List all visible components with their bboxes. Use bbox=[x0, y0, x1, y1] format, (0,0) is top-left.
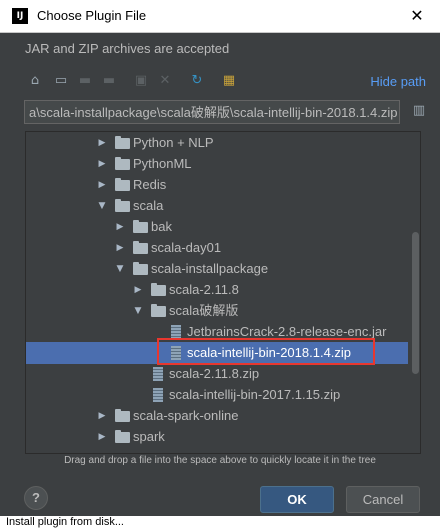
folder-icon bbox=[115, 199, 130, 212]
project-folder-icon[interactable]: ▬ bbox=[76, 72, 94, 90]
folder-icon bbox=[115, 157, 130, 170]
expanded-arrow-icon[interactable]: ▼ bbox=[132, 300, 144, 322]
path-field[interactable]: a\scala-installpackage\scala破解版\scala-in… bbox=[24, 100, 400, 124]
tree-item-label: scala-installpackage bbox=[151, 261, 269, 276]
module-folder-icon[interactable]: ▬ bbox=[100, 72, 118, 90]
tree-item-label: spark bbox=[133, 429, 165, 444]
tree-item[interactable]: ▼ scala破解版 bbox=[26, 300, 408, 322]
ok-button[interactable]: OK bbox=[260, 486, 334, 513]
tree-item[interactable]: ▶ PythonML bbox=[26, 153, 408, 175]
delete-icon[interactable]: ✕ bbox=[156, 72, 174, 90]
cancel-button[interactable]: Cancel bbox=[346, 486, 420, 513]
folder-icon bbox=[115, 178, 130, 191]
scrollbar-thumb[interactable] bbox=[412, 232, 419, 374]
tree-item[interactable]: ▶ Redis bbox=[26, 174, 408, 196]
tree-item[interactable]: scala-2.11.8.zip bbox=[26, 363, 408, 385]
title-bar: IJ Choose Plugin File ✕ bbox=[0, 0, 440, 33]
tree-item[interactable]: ▶ scala-spark-online bbox=[26, 405, 408, 427]
intellij-app-icon: IJ bbox=[12, 8, 28, 24]
window-title: Choose Plugin File bbox=[37, 8, 147, 23]
folder-icon bbox=[151, 283, 166, 296]
collapsed-arrow-icon[interactable]: ▶ bbox=[114, 216, 126, 238]
tree-item-label: scala-intellij-bin-2017.1.15.zip bbox=[169, 387, 341, 402]
collapsed-arrow-icon[interactable]: ▶ bbox=[96, 132, 108, 154]
path-history-icon[interactable]: ▥ bbox=[410, 103, 428, 121]
tree-item[interactable]: ▶ spark bbox=[26, 426, 408, 448]
expanded-arrow-icon[interactable]: ▼ bbox=[96, 195, 108, 217]
folder-icon bbox=[115, 430, 130, 443]
folder-icon bbox=[151, 304, 166, 317]
tree-item[interactable]: ▶ bak bbox=[26, 216, 408, 238]
tree-item[interactable]: scala-intellij-bin-2017.1.15.zip bbox=[26, 384, 408, 406]
tree-item-label: bak bbox=[151, 219, 172, 234]
tree-item-label: Redis bbox=[133, 177, 167, 192]
tree-item[interactable]: ▶ Python + NLP bbox=[26, 132, 408, 154]
archive-file-icon bbox=[171, 325, 181, 339]
collapsed-arrow-icon[interactable]: ▶ bbox=[114, 237, 126, 259]
tree-item-label: scala bbox=[133, 198, 164, 213]
tree-scrollbar[interactable] bbox=[411, 132, 420, 453]
home-icon[interactable]: ⌂ bbox=[26, 72, 44, 90]
desktop-icon[interactable]: ▭ bbox=[52, 72, 70, 90]
show-hidden-icon[interactable]: ▦ bbox=[220, 72, 238, 90]
tree-item[interactable]: ▶ scala-2.11.8 bbox=[26, 279, 408, 301]
expanded-arrow-icon[interactable]: ▼ bbox=[114, 258, 126, 280]
folder-icon bbox=[133, 262, 148, 275]
folder-icon bbox=[133, 241, 148, 254]
collapsed-arrow-icon[interactable]: ▶ bbox=[96, 153, 108, 175]
tree-item-label: scala-2.11.8.zip bbox=[169, 366, 260, 381]
tree-item-label: scala-day01 bbox=[151, 240, 222, 255]
tree-item-label: scala破解版 bbox=[169, 303, 239, 318]
close-icon[interactable]: ✕ bbox=[394, 0, 440, 32]
tree-item-label: scala-2.11.8 bbox=[169, 282, 239, 297]
drag-drop-hint: Drag and drop a file into the space abov… bbox=[64, 455, 376, 466]
toolbar: ⌂ ▭ ▬ ▬ ▣ ✕ ↻ ▦ Hide path bbox=[26, 72, 426, 92]
tree-item[interactable]: ▶ scala-day01 bbox=[26, 237, 408, 259]
refresh-icon[interactable]: ↻ bbox=[188, 72, 206, 90]
collapsed-arrow-icon[interactable]: ▶ bbox=[132, 279, 144, 301]
tree-item[interactable]: ▼ scala bbox=[26, 195, 408, 217]
accepted-types-label: JAR and ZIP archives are accepted bbox=[25, 41, 230, 56]
path-row: a\scala-installpackage\scala破解版\scala-in… bbox=[24, 100, 428, 126]
folder-icon bbox=[133, 220, 148, 233]
tree-item-label: scala-spark-online bbox=[133, 408, 239, 423]
folder-icon bbox=[115, 409, 130, 422]
background-text: Install plugin from disk... bbox=[6, 516, 124, 528]
collapsed-arrow-icon[interactable]: ▶ bbox=[96, 426, 108, 448]
archive-file-icon bbox=[153, 367, 163, 381]
background-window-strip: Install plugin from disk... bbox=[0, 516, 440, 529]
red-highlight-annotation bbox=[157, 338, 375, 365]
archive-file-icon bbox=[153, 388, 163, 402]
folder-icon bbox=[115, 136, 130, 149]
tree-item-label: Python + NLP bbox=[133, 135, 214, 150]
collapsed-arrow-icon[interactable]: ▶ bbox=[96, 405, 108, 427]
hide-path-link[interactable]: Hide path bbox=[370, 74, 426, 89]
file-tree[interactable]: ▶ Python + NLP ▶ PythonML ▶ Redis ▼ scal… bbox=[25, 131, 421, 454]
collapsed-arrow-icon[interactable]: ▶ bbox=[96, 174, 108, 196]
new-folder-icon[interactable]: ▣ bbox=[132, 72, 150, 90]
tree-item-label: PythonML bbox=[133, 156, 192, 171]
help-button[interactable]: ? bbox=[24, 486, 48, 510]
tree-item[interactable]: ▼ scala-installpackage bbox=[26, 258, 408, 280]
